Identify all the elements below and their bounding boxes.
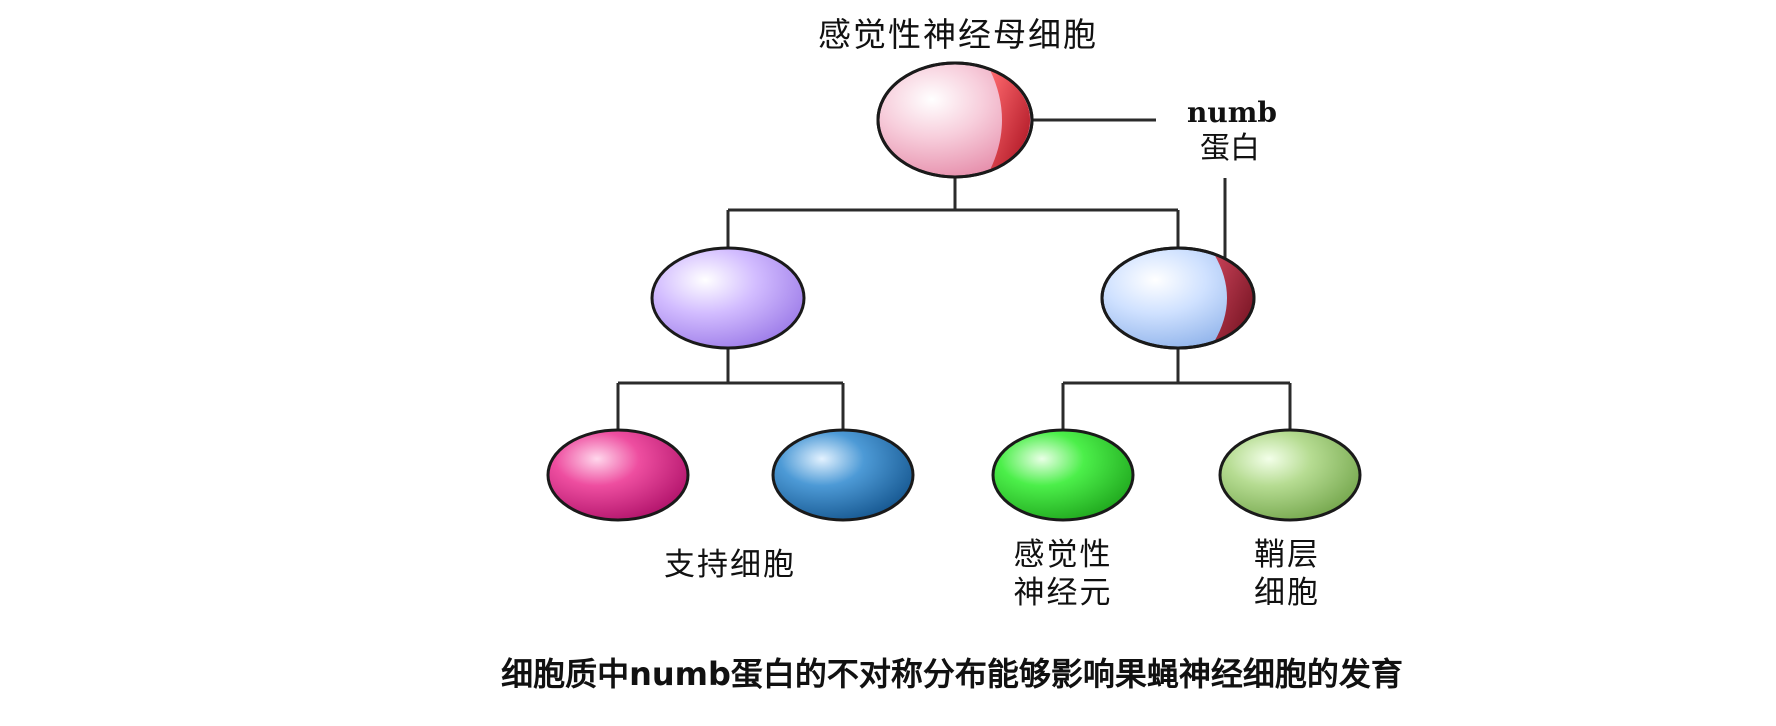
- sensory-neuron-label-line1: 感觉性: [1014, 537, 1113, 573]
- sensory-neuron-label-line2: 神经元: [1014, 575, 1113, 611]
- figure-caption: 细胞质中numb蛋白的不对称分布能够影响果蝇神经细胞的发育: [501, 655, 1403, 693]
- numb-label-line2: 蛋白: [1200, 131, 1260, 166]
- numb-label-line1: numb: [1187, 96, 1277, 129]
- sheath-cell-label-line1: 鞘层: [1254, 537, 1320, 573]
- neuroblast-cell: [876, 61, 1034, 179]
- sheath-cell: [1218, 428, 1362, 522]
- cell-lineage-diagram: 感觉性神经母细胞 numb 蛋白 支持细胞 感觉性 神经元 鞘层 细胞 细胞质中…: [501, 15, 1403, 693]
- secondary-cell-left: [650, 246, 806, 350]
- sheath-cell-label-line2: 细胞: [1254, 575, 1320, 611]
- diagram-canvas: 感觉性神经母细胞 numb 蛋白 支持细胞 感觉性 神经元 鞘层 细胞 细胞质中…: [0, 0, 1776, 726]
- support-cell-magenta: [546, 428, 690, 522]
- secondary-cell-right: [1100, 246, 1256, 350]
- support-cells-label: 支持细胞: [664, 547, 796, 583]
- support-cell-blue: [771, 428, 915, 522]
- sensory-neuron-cell: [991, 428, 1135, 522]
- diagram-title: 感觉性神经母细胞: [818, 15, 1098, 54]
